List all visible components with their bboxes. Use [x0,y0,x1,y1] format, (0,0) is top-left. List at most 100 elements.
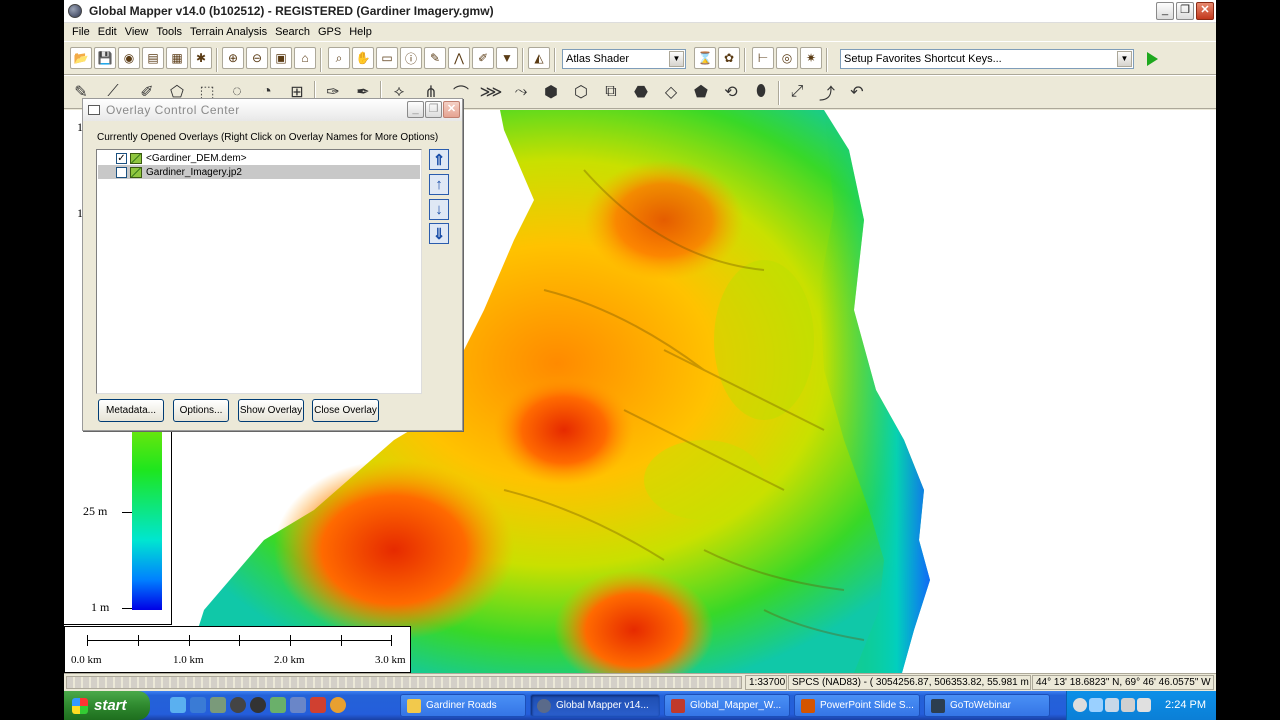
dialog-minimize-button[interactable]: _ [407,101,424,118]
pan-tool-icon[interactable]: ✋ [352,47,374,69]
shader-options-icon[interactable]: ✿ [718,47,740,69]
undo-icon[interactable]: ↶ [844,79,870,105]
view-shed-icon[interactable]: ✐ [472,47,494,69]
projected-coords-readout: SPCS (NAD83) - ( 3054256.87, 506353.82, … [788,675,1031,690]
menu-terrain-analysis[interactable]: Terrain Analysis [186,26,271,38]
run-favorite-icon[interactable] [1142,49,1162,69]
legend-label: 25 m [83,504,108,518]
snap-icon[interactable]: ⤢ [784,79,810,105]
dialog-title-bar[interactable]: Overlay Control Center _ ❐ ✕ [83,99,462,121]
quicklaunch-icon[interactable] [210,697,226,713]
options-button[interactable]: Options... [173,399,229,422]
overlay-list[interactable]: ✓ <Gardiner_DEM.dem> Gardiner_Imagery.jp… [96,149,422,394]
3d-view-icon[interactable]: ◭ [528,47,550,69]
minimize-button[interactable]: _ [1156,2,1174,20]
dialog-maximize-button[interactable]: ❐ [425,101,442,118]
map-scale-readout: 1:33700 [745,675,787,690]
union-icon[interactable]: ⧉ [598,79,624,105]
show-overlay-button[interactable]: Show Overlay [238,399,304,422]
menu-view[interactable]: View [121,26,153,38]
move-up-icon[interactable]: ↑ [429,174,449,195]
home-icon[interactable]: ⌂ [294,47,316,69]
blob-icon[interactable]: ⬮ [748,79,774,105]
tray-expand-icon[interactable] [1073,698,1087,712]
show-desktop-icon[interactable] [170,697,186,713]
taskbar-item-global-mapper[interactable]: Global Mapper v14... [530,694,660,717]
chevron-down-icon[interactable]: ▼ [669,51,684,67]
zoom-full-icon[interactable]: ▣ [270,47,292,69]
feature-info-icon[interactable]: ⓘ [400,47,422,69]
fill-area-icon[interactable]: ⬟ [688,79,714,105]
globe-web-icon[interactable]: ◉ [118,47,140,69]
intersect-icon[interactable]: ◇ [658,79,684,105]
menu-tools[interactable]: Tools [152,26,186,38]
tray-icon[interactable] [1121,698,1135,712]
overlay-visibility-checkbox[interactable] [116,166,127,178]
shader-select-value: Atlas Shader [566,53,629,65]
dialog-close-button[interactable]: ✕ [443,101,460,118]
move-down-icon[interactable]: ↓ [429,199,449,220]
taskbar-item-gotowebinar[interactable]: GoToWebinar [924,694,1050,717]
menu-file[interactable]: File [68,26,94,38]
reshape-icon[interactable]: ⤳ [508,79,534,105]
config-icon[interactable]: ✱ [190,47,212,69]
maximize-button[interactable]: ❐ [1176,2,1194,20]
overlay-control-icon[interactable]: ▦ [166,47,188,69]
tray-icon[interactable] [1089,698,1103,712]
imagery-layer-icon [130,166,142,178]
close-button[interactable]: ✕ [1196,2,1214,20]
simplify-icon[interactable]: ⋙ [478,79,504,105]
overlay-list-caption: Currently Opened Overlays (Right Click o… [97,132,439,143]
control-center-icon[interactable]: ▼ [496,47,518,69]
menu-search[interactable]: Search [271,26,314,38]
zoom-in-icon[interactable]: ⊕ [222,47,244,69]
quicklaunch-icon[interactable] [290,697,306,713]
combine-icon[interactable]: ⬡ [568,79,594,105]
hourglass-icon[interactable]: ⌛ [694,47,716,69]
catalog-icon[interactable]: ▤ [142,47,164,69]
menu-gps[interactable]: GPS [314,26,345,38]
cd-icon[interactable]: ◎ [776,47,798,69]
buffer-icon[interactable]: ⬢ [538,79,564,105]
overlay-item[interactable]: Gardiner_Imagery.jp2 [98,165,420,179]
menu-edit[interactable]: Edit [94,26,121,38]
media-icon[interactable] [230,697,246,713]
scale-tick [341,635,342,646]
overlay-item[interactable]: ✓ <Gardiner_DEM.dem> [98,151,420,165]
quicklaunch-icon[interactable] [270,697,286,713]
zoom-out-icon[interactable]: ⊖ [246,47,268,69]
favorites-select[interactable]: Setup Favorites Shortcut Keys... ▼ [840,49,1134,69]
taskbar-item-gardiner-roads[interactable]: Gardiner Roads [400,694,526,717]
measure-tool-icon[interactable]: ▭ [376,47,398,69]
shader-select[interactable]: Atlas Shader ▼ [562,49,686,69]
volume-icon[interactable] [1137,698,1151,712]
zoom-tool-icon[interactable]: ⌕ [328,47,350,69]
tray-icon[interactable] [1105,698,1119,712]
metadata-button[interactable]: Metadata... [98,399,164,422]
taskbar-item-powerpoint[interactable]: PowerPoint Slide S... [794,694,920,717]
quicklaunch-icon[interactable] [330,697,346,713]
crop-icon[interactable]: ⬣ [628,79,654,105]
sparkle-icon[interactable]: ✷ [800,47,822,69]
scale-tick [87,635,88,646]
scale-label: 1.0 km [173,654,204,666]
quicklaunch-icon[interactable] [310,697,326,713]
start-button[interactable]: start [64,691,150,720]
task-label: GoToWebinar [950,700,1011,711]
move-to-bottom-icon[interactable]: ⇓ [429,223,449,244]
dig-tool-icon[interactable]: ⊢ [752,47,774,69]
chevron-down-icon[interactable]: ▼ [1117,51,1132,67]
contour-icon[interactable]: ⤴ [814,79,840,105]
globe-quicklaunch-icon[interactable] [250,697,266,713]
rotate-icon[interactable]: ⟲ [718,79,744,105]
close-overlay-button[interactable]: Close Overlay [312,399,379,422]
digitizer-icon[interactable]: ✎ [424,47,446,69]
move-to-top-icon[interactable]: ⇑ [429,149,449,170]
overlay-visibility-checkbox[interactable]: ✓ [116,152,127,164]
menu-help[interactable]: Help [345,26,376,38]
ie-icon[interactable] [190,697,206,713]
path-profile-icon[interactable]: ⋀ [448,47,470,69]
open-folder-icon[interactable]: 📂 [70,47,92,69]
save-icon[interactable]: 💾 [94,47,116,69]
taskbar-item-global-mapper-doc[interactable]: Global_Mapper_W... [664,694,790,717]
